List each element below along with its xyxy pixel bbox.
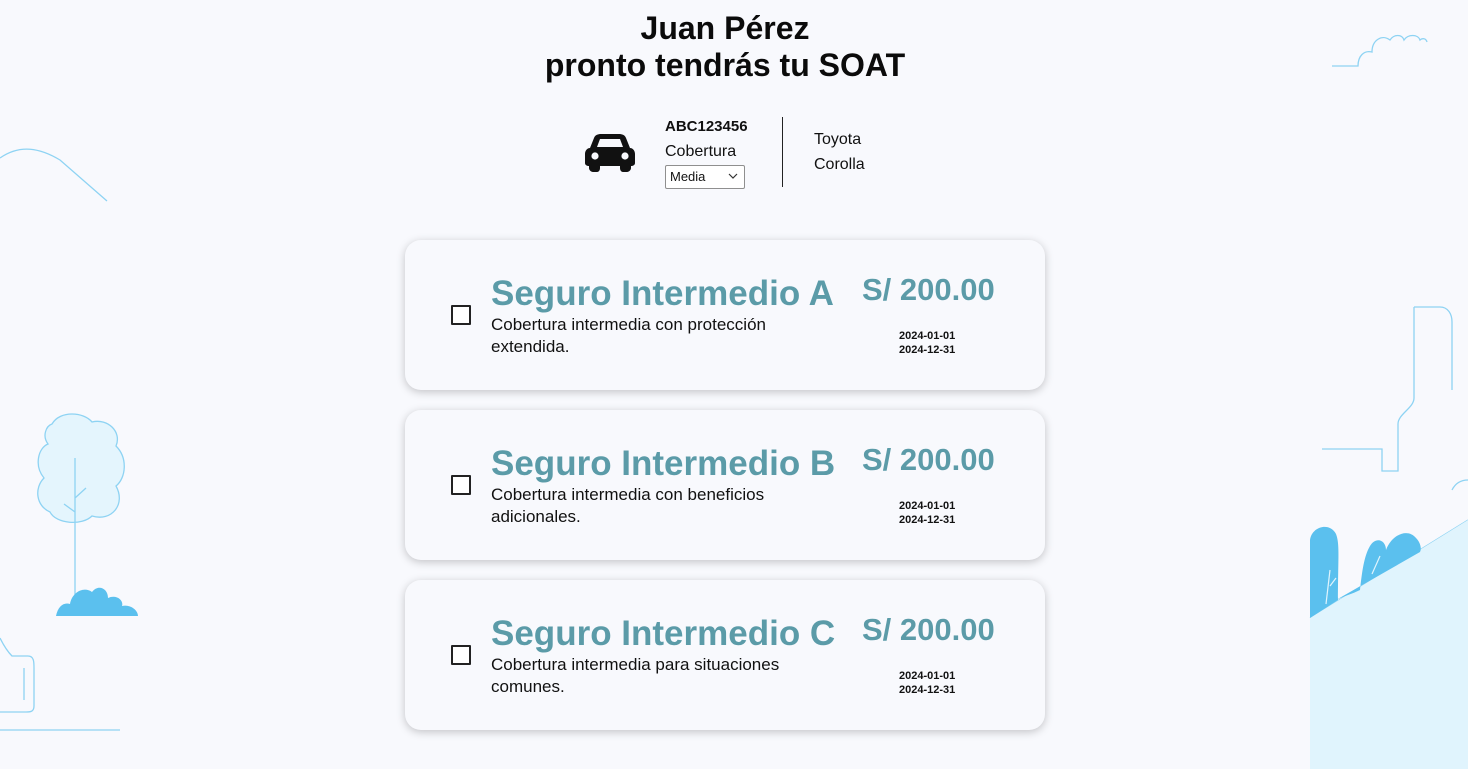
page-title: Juan Pérez — [640, 10, 810, 46]
plan-name: Seguro Intermedio C — [491, 614, 836, 653]
vehicle-brand: Toyota — [814, 131, 862, 148]
vehicle-model: Corolla — [814, 156, 865, 173]
plan-checkbox[interactable] — [451, 645, 471, 665]
plan-price: S/ 200.00 — [862, 272, 995, 307]
vehicle-plate: ABC123456 — [665, 118, 748, 135]
car-icon — [585, 134, 635, 172]
plan-checkbox[interactable] — [451, 475, 471, 495]
plan-start-date: 2024-01-01 — [899, 330, 956, 342]
vehicle-info-divider — [782, 117, 783, 187]
page-subtitle: pronto tendrás tu SOAT — [544, 47, 906, 83]
plan-description: Cobertura intermedia con protección exte… — [491, 315, 766, 356]
plan-start-date: 2024-01-01 — [899, 500, 956, 512]
plan-checkbox[interactable] — [451, 305, 471, 325]
coverage-select-value: Media — [670, 169, 706, 184]
plan-price: S/ 200.00 — [862, 442, 995, 477]
plan-description: Cobertura intermedia con beneficios adic… — [491, 485, 765, 526]
coverage-label: Cobertura — [665, 143, 737, 160]
plan-price: S/ 200.00 — [862, 612, 995, 647]
vehicle-info: ABC123456 Cobertura Media Toyota Corolla — [584, 116, 904, 192]
plan-name: Seguro Intermedio A — [491, 274, 834, 313]
plan-card[interactable]: Seguro Intermedio C Cobertura intermedia… — [405, 580, 1045, 730]
coverage-select[interactable]: Media — [665, 165, 745, 189]
plan-end-date: 2024-12-31 — [899, 684, 956, 696]
plan-end-date: 2024-12-31 — [899, 514, 956, 526]
plan-start-date: 2024-01-01 — [899, 670, 956, 682]
page-header: Juan Pérez pronto tendrás tu SOAT — [0, 10, 1450, 84]
plan-end-date: 2024-12-31 — [899, 344, 956, 356]
plan-card[interactable]: Seguro Intermedio B Cobertura intermedia… — [405, 410, 1045, 560]
plan-description: Cobertura intermedia para situaciones co… — [491, 655, 780, 696]
plan-name: Seguro Intermedio B — [491, 444, 836, 483]
plan-card[interactable]: Seguro Intermedio A Cobertura intermedia… — [405, 240, 1045, 390]
chevron-down-icon — [728, 173, 738, 179]
